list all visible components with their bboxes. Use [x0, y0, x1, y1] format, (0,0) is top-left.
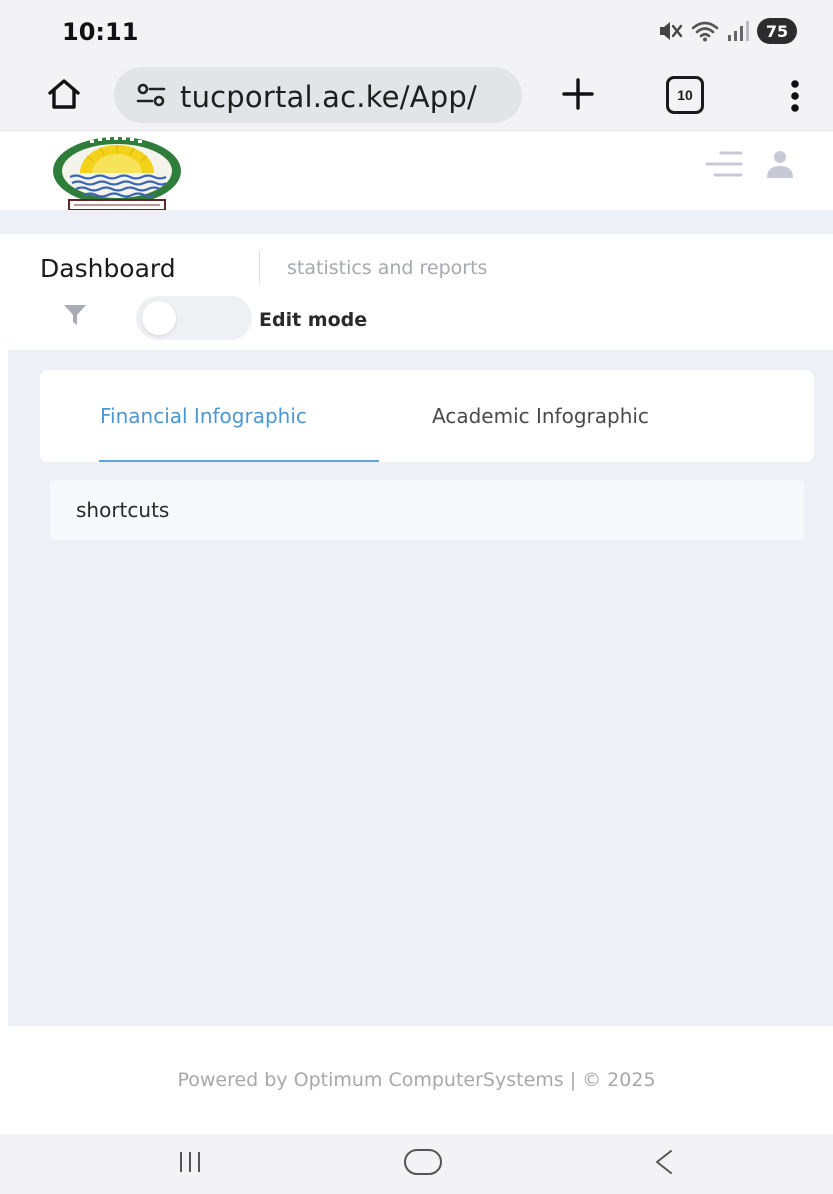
page-title-area: Dashboard statistics and reports Edit mo…: [0, 234, 833, 350]
browser-toolbar: tucportal.ac.ke/App/ 10: [0, 62, 833, 130]
home-button[interactable]: [44, 76, 84, 116]
infographic-tabs: Financial Infographic Academic Infograph…: [40, 370, 814, 462]
address-bar[interactable]: tucportal.ac.ke/App/: [114, 67, 522, 123]
tab-financial-infographic[interactable]: Financial Infographic: [100, 404, 307, 428]
dashboard-content: Financial Infographic Academic Infograph…: [8, 350, 833, 1026]
header-divider-strip: [0, 210, 833, 234]
site-settings-icon[interactable]: [136, 81, 166, 114]
tab-count: 10: [677, 87, 693, 103]
status-bar: 10:11 75: [0, 0, 833, 62]
back-button[interactable]: [646, 1146, 682, 1182]
title-separator: [259, 250, 260, 284]
user-icon[interactable]: [765, 149, 795, 184]
home-circle-icon: [403, 1148, 443, 1181]
wifi-icon: [691, 20, 719, 42]
plus-icon: [560, 76, 596, 117]
system-nav-bar: [0, 1134, 833, 1194]
tabs-icon[interactable]: 10: [666, 76, 704, 114]
toggle-knob: [142, 301, 176, 335]
footer-credit: Powered by Optimum ComputerSystems | © 2…: [177, 1069, 656, 1091]
filter-icon[interactable]: [62, 302, 88, 328]
footer: Powered by Optimum ComputerSystems | © 2…: [0, 1026, 833, 1134]
active-tab-indicator: [99, 460, 379, 462]
back-chevron-icon: [653, 1148, 675, 1181]
mute-vibrate-icon: [657, 20, 683, 42]
recent-apps-button[interactable]: [170, 1146, 210, 1182]
url-text[interactable]: tucportal.ac.ke/App/: [180, 80, 477, 114]
home-nav-button[interactable]: [398, 1146, 448, 1182]
university-crest-logo[interactable]: [40, 135, 194, 213]
new-tab-button[interactable]: [556, 74, 600, 118]
menu-lines-icon[interactable]: [705, 149, 743, 184]
battery-icon: 75: [757, 18, 797, 44]
recent-apps-icon: [178, 1149, 202, 1180]
home-icon: [47, 78, 81, 115]
status-icons: 75: [657, 16, 797, 46]
signal-icon: [727, 21, 749, 41]
shortcuts-panel: shortcuts: [50, 480, 804, 540]
page-subtitle: statistics and reports: [287, 257, 488, 279]
more-vert-icon[interactable]: [780, 74, 810, 118]
edit-mode-toggle[interactable]: [136, 296, 252, 340]
header-actions: [705, 149, 795, 184]
shortcuts-label: shortcuts: [76, 498, 170, 522]
page-title: Dashboard: [40, 254, 176, 283]
edit-mode-label: Edit mode: [259, 309, 368, 331]
site-header: [0, 130, 833, 213]
status-time: 10:11: [62, 18, 139, 46]
tab-academic-infographic[interactable]: Academic Infographic: [432, 404, 649, 428]
